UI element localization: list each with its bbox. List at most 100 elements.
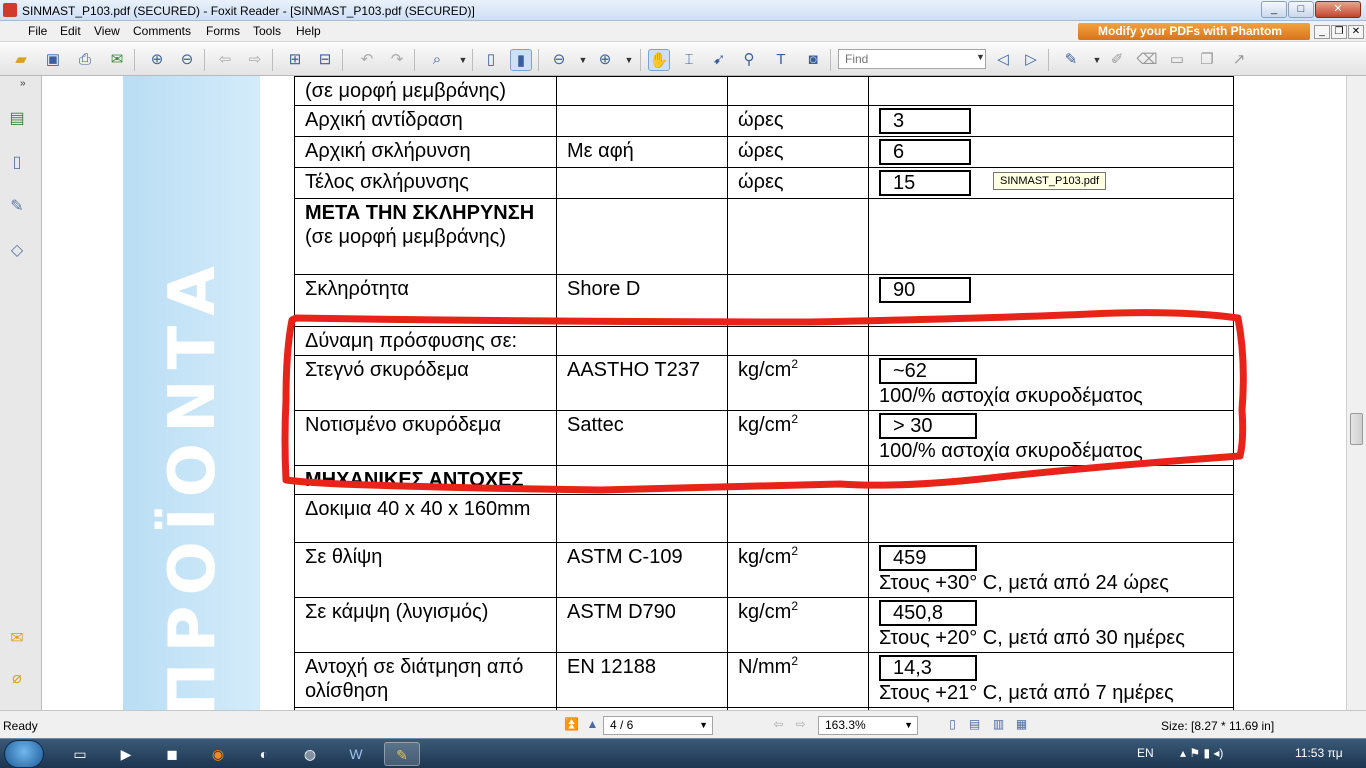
hand-tool-icon[interactable]: ✋ bbox=[648, 49, 670, 71]
minimize-button[interactable]: _ bbox=[1261, 1, 1287, 18]
section-heading: ΜΗΧΑΝΙΚΕΣ ΑΝΤΟΧΕΣ bbox=[305, 469, 524, 491]
email-icon[interactable]: ✉ bbox=[106, 49, 128, 71]
cell-property: ΜΗΧΑΝΙΚΕΣ ΑΝΤΟΧΕΣ bbox=[294, 465, 557, 495]
phantom-promo-link[interactable]: Modify your PDFs with Phantom bbox=[1078, 23, 1310, 40]
callout-tool-icon[interactable]: ❐ bbox=[1196, 49, 1218, 71]
toolbar: ▰ ▣ ⎙ ✉ ⊕ ⊖ ⇦ ⇨ ⊞ ⊟ ↶ ↷ ⌕ ▼ ▯ ▮ ⊖ ▼ ⊕ ▼ … bbox=[0, 43, 1366, 76]
menu-help[interactable]: Help bbox=[296, 24, 321, 38]
zoom-in-tool-icon[interactable]: ⌕ bbox=[426, 49, 448, 71]
zoom-out-dropdown-icon[interactable]: ▼ bbox=[572, 49, 594, 71]
firefox-taskbar-icon[interactable]: ◉ bbox=[200, 742, 236, 766]
search-prev-icon[interactable]: ◁ bbox=[992, 49, 1014, 71]
fit-page-icon[interactable]: ▯ bbox=[480, 49, 502, 71]
menu-edit[interactable]: Edit bbox=[60, 24, 81, 38]
language-indicator[interactable]: EN bbox=[1137, 746, 1154, 760]
find-dropdown-icon[interactable]: ▼ bbox=[976, 52, 985, 62]
note-tool-icon[interactable]: ✎ bbox=[1060, 49, 1082, 71]
value-box: 15 bbox=[879, 170, 971, 196]
zoom-dropdown-icon[interactable]: ▼ bbox=[452, 49, 474, 71]
tray-icons[interactable]: ▴ ⚑ ▮ ◂) bbox=[1180, 746, 1223, 760]
value-box: 3 bbox=[879, 108, 971, 134]
media-center-taskbar-icon[interactable]: ◼ bbox=[154, 742, 190, 766]
prev-page-icon[interactable]: ⊕ bbox=[146, 49, 168, 71]
doc-minimize-button[interactable]: _ bbox=[1314, 25, 1330, 39]
app-taskbar-icon[interactable]: ◐ bbox=[246, 742, 282, 766]
attachments-icon[interactable]: ◇ bbox=[6, 240, 28, 262]
zoom-in-icon[interactable]: ⊕ bbox=[594, 49, 616, 71]
search-next-icon[interactable]: ▷ bbox=[1020, 49, 1042, 71]
zoom-in-dropdown-icon[interactable]: ▼ bbox=[618, 49, 640, 71]
fit-width-icon[interactable]: ▮ bbox=[510, 49, 532, 71]
clock[interactable]: 11:53 πμ bbox=[1295, 746, 1343, 760]
expand-panel-icon[interactable]: » bbox=[20, 78, 26, 89]
doc-close-button[interactable]: ✕ bbox=[1348, 25, 1364, 39]
table-row: Αρχική αντίδραση ώρες 3 bbox=[294, 105, 1234, 137]
insert-page-icon[interactable]: ⊞ bbox=[284, 49, 306, 71]
select-text-icon[interactable]: ⌶ bbox=[678, 49, 700, 71]
facing-view-icon[interactable]: ▥ bbox=[990, 716, 1007, 733]
continuous-view-icon[interactable]: ▤ bbox=[966, 716, 983, 733]
typewriter-icon[interactable]: T bbox=[770, 49, 792, 71]
eraser-tool-icon[interactable]: ⌫ bbox=[1136, 49, 1158, 71]
find-text-icon[interactable]: ⚲ bbox=[738, 49, 760, 71]
table-row: Νοτισμένο σκυρόδεμα Sattec kg/cm2 > 30 100/%… bbox=[294, 410, 1234, 466]
back-status-icon[interactable]: ⇦ bbox=[770, 716, 787, 733]
redo-icon[interactable]: ↷ bbox=[386, 49, 408, 71]
zoom-level-field[interactable]: 163.3% ▼ bbox=[818, 716, 918, 735]
forward-status-icon[interactable]: ⇨ bbox=[792, 716, 809, 733]
first-page-icon[interactable]: ⏫ bbox=[563, 716, 580, 733]
property-label: Αρχική σκλήρυνση bbox=[305, 140, 471, 162]
continuous-facing-view-icon[interactable]: ▦ bbox=[1013, 716, 1030, 733]
next-page-icon[interactable]: ⊖ bbox=[176, 49, 198, 71]
maximize-button[interactable]: □ bbox=[1288, 1, 1314, 18]
doc-restore-button[interactable]: ❐ bbox=[1331, 25, 1347, 39]
close-button[interactable]: ✕ bbox=[1315, 1, 1361, 18]
prev-page-status-icon[interactable]: ▲ bbox=[584, 716, 601, 733]
menu-comments[interactable]: Comments bbox=[133, 24, 191, 38]
menu-tools[interactable]: Tools bbox=[253, 24, 281, 38]
table-row: Αντοχή σε διάτμηση από ολίσθηση EN 12188 N… bbox=[294, 652, 1234, 708]
title-bar: SINMAST_P103.pdf (SECURED) - Foxit Reade… bbox=[0, 0, 1366, 21]
snapshot-icon[interactable]: ◙ bbox=[802, 49, 824, 71]
menu-view[interactable]: View bbox=[94, 24, 120, 38]
cell-property: ΜΕΤΑ ΤΗΝ ΣΚΛΗΡΥΝΣΗ (σε μορφή μεμβράνης) bbox=[294, 198, 557, 275]
start-button[interactable] bbox=[4, 740, 44, 768]
explorer-taskbar-icon[interactable]: ▭ bbox=[62, 742, 98, 766]
foxit-taskbar-icon[interactable]: ✎ bbox=[384, 742, 420, 766]
game-taskbar-icon[interactable]: ◍ bbox=[292, 742, 328, 766]
page-number-field[interactable]: 4 / 6 ▼ bbox=[603, 716, 713, 735]
extract-page-icon[interactable]: ⊟ bbox=[314, 49, 336, 71]
pencil-tool-icon[interactable]: ✐ bbox=[1106, 49, 1128, 71]
cell-value: ~62 100/% αστοχία σκυροδέματος bbox=[868, 355, 1234, 411]
paperclip-icon[interactable]: ⌀ bbox=[6, 668, 28, 690]
open-icon[interactable]: ▰ bbox=[10, 49, 32, 71]
undo-icon[interactable]: ↶ bbox=[356, 49, 378, 71]
save-icon[interactable]: ▣ bbox=[42, 49, 64, 71]
menu-forms[interactable]: Forms bbox=[206, 24, 240, 38]
arrow-tool-icon[interactable]: ↗ bbox=[1228, 49, 1250, 71]
textbox-tool-icon[interactable]: ▭ bbox=[1166, 49, 1188, 71]
single-page-view-icon[interactable]: ▯ bbox=[944, 716, 961, 733]
pages-icon[interactable]: ▯ bbox=[6, 152, 28, 174]
media-player-taskbar-icon[interactable]: ▶ bbox=[108, 742, 144, 766]
word-taskbar-icon[interactable]: W bbox=[338, 742, 374, 766]
select-annotation-icon[interactable]: ➹ bbox=[708, 49, 730, 71]
zoom-out-icon[interactable]: ⊖ bbox=[548, 49, 570, 71]
scrollbar-thumb[interactable] bbox=[1350, 413, 1363, 445]
bookmarks-icon[interactable]: ▤ bbox=[6, 108, 28, 130]
cell-method: Sattec bbox=[556, 410, 728, 466]
cell-value: 6 bbox=[868, 136, 1234, 168]
menu-file[interactable]: File bbox=[28, 24, 47, 38]
back-icon[interactable]: ⇦ bbox=[214, 49, 236, 71]
comments-panel-icon[interactable]: ✉ bbox=[6, 628, 28, 650]
value-box: 459 bbox=[879, 545, 977, 571]
document-viewer[interactable]: ΠΡΟΪΟΝΤΑ (σε μορφή μεμβράνης) Αρχική αντί… bbox=[43, 76, 1346, 710]
layers-icon[interactable]: ✎ bbox=[6, 196, 28, 218]
find-input[interactable] bbox=[838, 49, 986, 69]
vertical-scrollbar[interactable] bbox=[1346, 76, 1366, 710]
forward-icon[interactable]: ⇨ bbox=[244, 49, 266, 71]
foxit-app-icon bbox=[3, 3, 17, 17]
cell-property: Δοκιμια 40 x 40 x 160mm bbox=[294, 494, 557, 543]
print-icon[interactable]: ⎙ bbox=[74, 49, 96, 71]
note-dropdown-icon[interactable]: ▼ bbox=[1086, 49, 1108, 71]
